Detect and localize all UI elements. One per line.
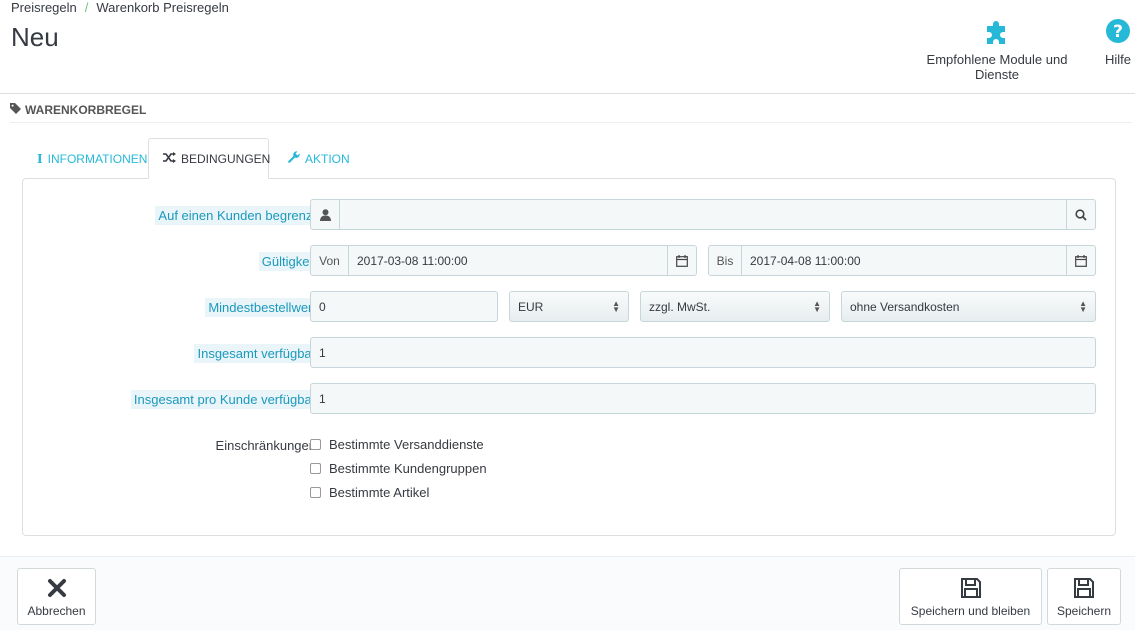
min-amount-input[interactable]: 0 (310, 291, 498, 322)
total-available-value: 1 (319, 345, 326, 360)
restriction-carriers-label: Bestimmte Versanddienste (329, 437, 484, 452)
calendar-icon[interactable] (667, 246, 696, 275)
restrictions-label: Einschränkungen (215, 438, 316, 453)
restriction-products-label: Bestimmte Artikel (329, 485, 430, 500)
tax-value: zzgl. MwSt. (649, 299, 711, 314)
tab-informationen[interactable]: i INFORMATIONEN (23, 138, 148, 179)
customer-search-field[interactable] (310, 199, 1096, 230)
panel-heading-label: WARENKORBREGEL (25, 103, 147, 117)
tab-aktion[interactable]: AKTION (274, 138, 354, 179)
tax-select[interactable]: zzgl. MwSt. ▲ ▼ (640, 291, 830, 322)
page-title: Neu (11, 22, 59, 52)
min-amount-row: Mindestbestellwert 0 EUR ▲ ▼ zzgl. MwSt. … (23, 291, 1115, 323)
restriction-carriers-checkbox[interactable] (310, 439, 321, 450)
date-from-input[interactable]: 2017-03-08 11:00:00 (349, 254, 667, 268)
customer-row: Auf einen Kunden begrenzt (23, 199, 1115, 231)
per-customer-input[interactable]: 1 (310, 383, 1096, 414)
breadcrumb-separator: / (84, 0, 89, 15)
restrictions-row: Einschränkungen (23, 429, 1115, 461)
recommended-modules-button[interactable]: Empfohlene Module und Dienste (904, 16, 1090, 82)
min-amount-label: Mindestbestellwert (205, 298, 319, 317)
save-and-stay-button[interactable]: Speichern und bleiben (899, 568, 1042, 625)
select-arrows-icon: ▲ ▼ (1079, 298, 1087, 314)
breadcrumb-item-cart-rules[interactable]: Warenkorb Preisregeln (96, 0, 228, 15)
shipping-select[interactable]: ohne Versandkosten ▲ ▼ (841, 291, 1096, 322)
total-available-label: Insgesamt verfügbar (194, 344, 319, 363)
customer-label: Auf einen Kunden begrenzt (155, 206, 319, 225)
close-icon (47, 575, 67, 601)
shuffle-icon (163, 151, 176, 166)
help-button[interactable]: ? Hilfe (1100, 16, 1135, 67)
per-customer-row: Insgesamt pro Kunde verfügbar 1 (23, 383, 1115, 415)
restriction-groups[interactable]: Bestimmte Kundengruppen (310, 461, 487, 476)
save-icon (960, 575, 982, 601)
recommended-modules-label: Empfohlene Module und Dienste (926, 52, 1068, 82)
tag-icon (10, 103, 21, 117)
save-icon (1073, 575, 1095, 601)
per-customer-label: Insgesamt pro Kunde verfügbar (130, 390, 319, 409)
search-icon[interactable] (1066, 200, 1095, 229)
select-arrows-icon: ▲ ▼ (612, 298, 620, 314)
restriction-carriers[interactable]: Bestimmte Versanddienste (310, 437, 484, 452)
date-to-prefix: Bis (709, 246, 742, 275)
tab-informationen-label: INFORMATIONEN (47, 151, 148, 166)
select-arrows-icon: ▲ ▼ (813, 298, 821, 314)
restriction-groups-label: Bestimmte Kundengruppen (329, 461, 487, 476)
cart-rule-panel: WARENKORBREGEL i INFORMATIONEN BEDINGUNG… (0, 93, 1135, 630)
save-label: Speichern (1056, 604, 1112, 618)
total-available-row: Insgesamt verfügbar 1 (23, 337, 1115, 369)
conditions-tab-content: Auf einen Kunden begrenzt Gültigkeit Von… (22, 178, 1116, 536)
cancel-button[interactable]: Abbrechen (17, 568, 96, 625)
restriction-products[interactable]: Bestimmte Artikel (310, 485, 429, 500)
min-amount-value: 0 (319, 299, 326, 314)
help-circle-icon: ? (1100, 16, 1135, 46)
tab-bedingungen-label: BEDINGUNGEN (181, 151, 271, 166)
restriction-products-checkbox[interactable] (310, 487, 321, 498)
shipping-value: ohne Versandkosten (850, 299, 960, 314)
validity-row: Gültigkeit Von 2017-03-08 11:00:00 Bis 2… (23, 245, 1115, 277)
date-from-prefix: Von (311, 246, 349, 275)
date-to-input[interactable]: 2017-04-08 11:00:00 (742, 254, 1066, 268)
user-icon (311, 200, 340, 229)
tab-aktion-label: AKTION (305, 151, 350, 166)
restriction-groups-checkbox[interactable] (310, 463, 321, 474)
puzzle-icon (904, 16, 1090, 46)
date-to-field[interactable]: Bis 2017-04-08 11:00:00 (708, 245, 1096, 276)
total-available-input[interactable]: 1 (310, 337, 1096, 368)
panel-footer: Abbrechen Speichern und bleiben Speicher… (0, 556, 1135, 630)
wrench-icon (288, 151, 300, 166)
calendar-icon[interactable] (1066, 246, 1095, 275)
save-button[interactable]: Speichern (1047, 568, 1121, 625)
save-and-stay-label: Speichern und bleiben (910, 604, 1031, 618)
tab-bedingungen[interactable]: BEDINGUNGEN (148, 138, 271, 179)
panel-heading: WARENKORBREGEL (10, 98, 1132, 123)
help-label: Hilfe (1104, 52, 1131, 67)
breadcrumb: Preisregeln / Warenkorb Preisregeln (11, 0, 229, 15)
breadcrumb-item-price-rules[interactable]: Preisregeln (11, 0, 77, 15)
currency-value: EUR (518, 299, 544, 314)
date-from-field[interactable]: Von 2017-03-08 11:00:00 (310, 245, 697, 276)
per-customer-value: 1 (319, 391, 326, 406)
cancel-label: Abbrechen (27, 604, 86, 618)
info-icon: i (37, 151, 43, 166)
currency-select[interactable]: EUR ▲ ▼ (509, 291, 629, 322)
svg-text:?: ? (1113, 22, 1123, 42)
